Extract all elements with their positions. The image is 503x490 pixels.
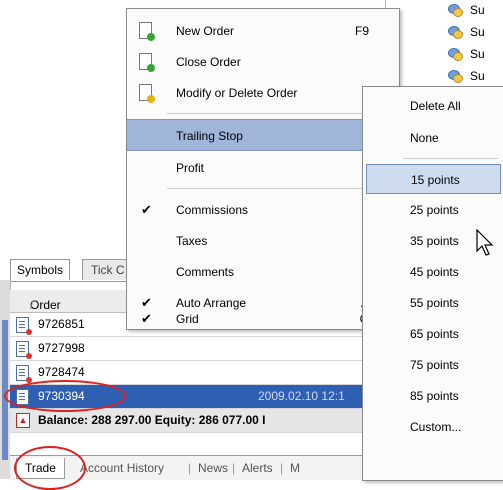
submenu-item-45-points[interactable]: 45 points xyxy=(363,257,503,287)
navigator-item[interactable]: Su xyxy=(446,0,485,20)
navigator-item[interactable]: Su xyxy=(446,22,485,42)
tab-symbols[interactable]: Symbols xyxy=(10,259,71,280)
order-document-icon xyxy=(16,341,32,359)
submenu-separator xyxy=(403,158,498,159)
script-icon xyxy=(446,69,464,83)
script-icon xyxy=(446,25,464,39)
menu-item-modify-order[interactable]: Modify or Delete Order xyxy=(127,77,399,109)
close-order-icon xyxy=(139,53,155,72)
navigator-pane: Su Su Su Su te xyxy=(385,0,503,100)
mouse-pointer-icon xyxy=(476,229,494,256)
submenu-item-75-points[interactable]: 75 points xyxy=(363,350,503,380)
order-number: 9726851 xyxy=(38,317,85,331)
balance-icon: ▲ xyxy=(16,413,30,428)
navigator-item[interactable]: Su xyxy=(446,66,485,86)
order-time: 2009.02.10 12:1 xyxy=(258,389,345,403)
checkmark-icon: ✔ xyxy=(141,311,152,326)
order-document-icon xyxy=(16,365,32,383)
menu-separator xyxy=(167,188,392,189)
tab-separator: | xyxy=(280,461,284,475)
script-icon xyxy=(446,47,464,61)
menu-item-close-order[interactable]: Close Order xyxy=(127,46,399,78)
trailing-stop-submenu: Delete All None 15 points 25 points 35 p… xyxy=(362,86,503,481)
checkmark-icon: ✔ xyxy=(141,295,152,310)
menu-separator xyxy=(167,113,392,114)
tab-alerts[interactable]: Alerts xyxy=(242,458,273,478)
order-number: 9727998 xyxy=(38,341,85,355)
context-menu: New Order F9 Close Order Modify or Delet… xyxy=(126,8,400,330)
submenu-item-delete-all[interactable]: Delete All xyxy=(363,91,503,121)
tab-mailbox[interactable]: M xyxy=(290,458,300,478)
column-header-order[interactable]: Order / xyxy=(20,294,61,312)
menu-item-commissions[interactable]: ✔ Commissions xyxy=(127,194,399,226)
tab-separator: | xyxy=(188,461,192,475)
menu-item-taxes[interactable]: Taxes xyxy=(127,225,399,257)
menu-item-trailing-stop[interactable]: Trailing Stop xyxy=(127,119,399,151)
order-document-icon xyxy=(16,317,32,335)
submenu-item-25-points[interactable]: 25 points xyxy=(363,195,503,225)
submenu-item-custom[interactable]: Custom... xyxy=(363,412,503,442)
checkmark-icon: ✔ xyxy=(141,202,152,217)
submenu-item-65-points[interactable]: 65 points xyxy=(363,319,503,349)
highlight-oval-trade-tab xyxy=(14,446,86,490)
menu-item-profit[interactable]: Profit xyxy=(127,152,399,184)
highlight-oval-order xyxy=(4,380,126,412)
submenu-item-85-points[interactable]: 85 points xyxy=(363,381,503,411)
submenu-item-55-points[interactable]: 55 points xyxy=(363,288,503,318)
balance-text: Balance: 288 297.00 Equity: 286 077.00 I xyxy=(38,413,266,427)
tab-account-history[interactable]: Account History xyxy=(80,458,164,478)
order-number: 9728474 xyxy=(38,365,85,379)
menu-item-comments[interactable]: Comments xyxy=(127,256,399,288)
menu-item-grid[interactable]: ✔ Grid G xyxy=(127,311,399,329)
script-icon xyxy=(446,3,464,17)
modify-order-icon xyxy=(139,84,155,103)
tab-news[interactable]: News xyxy=(198,458,228,478)
new-order-icon xyxy=(139,22,155,41)
submenu-item-none[interactable]: None xyxy=(363,123,503,153)
tab-separator: | xyxy=(232,461,236,475)
sort-indicator-icon: / xyxy=(30,298,34,312)
submenu-item-15-points[interactable]: 15 points xyxy=(366,164,501,194)
navigator-item[interactable]: Su xyxy=(446,44,485,64)
menu-item-new-order[interactable]: New Order F9 xyxy=(127,15,399,47)
